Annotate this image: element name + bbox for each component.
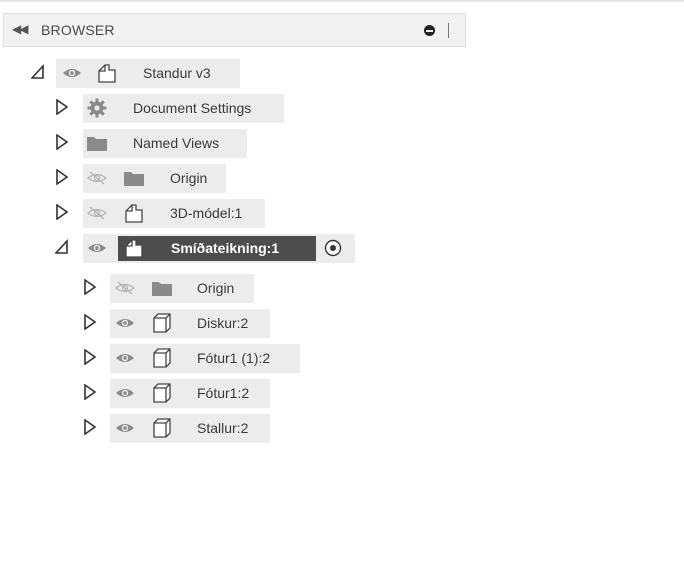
body-cube-icon (151, 347, 173, 369)
expanded-chevron-icon[interactable] (31, 58, 47, 88)
tree-item-label: Smíðateikning:1 (171, 240, 280, 256)
tree-item-label: Fótur1:2 (197, 385, 250, 401)
component-icon (96, 62, 118, 84)
tree-item-stallur[interactable]: Stallur:2 (0, 413, 300, 443)
collapsed-chevron-icon[interactable] (55, 163, 71, 193)
visibility-hidden-eye-icon[interactable] (114, 281, 136, 295)
pin-icon[interactable] (424, 25, 435, 36)
expanded-chevron-icon[interactable] (55, 233, 71, 263)
tree-item-diskur[interactable]: Diskur:2 (0, 308, 300, 338)
gear-icon (86, 97, 108, 119)
tree-item-root[interactable]: Standur v3 (0, 58, 300, 88)
visibility-eye-icon[interactable] (114, 316, 136, 330)
folder-icon (123, 167, 145, 189)
tree-item-label: Diskur:2 (197, 315, 249, 331)
tree-item-label: Named Views (133, 135, 220, 151)
tree-item-origin[interactable]: Origin (0, 163, 300, 193)
tree-item-label: Origin (197, 280, 235, 296)
activate-radio-icon[interactable] (324, 239, 342, 257)
component-icon (123, 237, 145, 259)
tree-item-named-views[interactable]: Named Views (0, 128, 300, 158)
body-cube-icon (151, 312, 173, 334)
tree-item-drawing[interactable]: Smíðateikning:1 (0, 233, 360, 263)
folder-icon (151, 277, 173, 299)
visibility-hidden-eye-icon[interactable] (86, 206, 108, 220)
panel-title: BROWSER (41, 22, 115, 38)
visibility-hidden-eye-icon[interactable] (86, 171, 108, 185)
tree-item-label: Document Settings (133, 100, 252, 116)
collapsed-chevron-icon[interactable] (55, 93, 71, 123)
collapsed-chevron-icon[interactable] (83, 378, 99, 408)
collapsed-chevron-icon[interactable] (83, 413, 99, 443)
body-cube-icon (151, 417, 173, 439)
collapsed-chevron-icon[interactable] (83, 273, 99, 303)
visibility-eye-icon[interactable] (114, 351, 136, 365)
tree-item-document-settings[interactable]: Document Settings (0, 93, 300, 123)
body-cube-icon (151, 382, 173, 404)
collapsed-chevron-icon[interactable] (55, 128, 71, 158)
visibility-eye-icon[interactable] (61, 66, 83, 80)
tree-item-label: Stallur:2 (197, 420, 249, 436)
folder-icon (86, 132, 108, 154)
tree-item-3d-model[interactable]: 3D-módel:1 (0, 198, 300, 228)
visibility-eye-icon[interactable] (86, 241, 108, 255)
tree-item-fotur1-copy[interactable]: Fótur1 (1):2 (0, 343, 310, 373)
collapsed-chevron-icon[interactable] (83, 308, 99, 338)
top-border (0, 0, 684, 2)
collapsed-chevron-icon[interactable] (55, 198, 71, 228)
tree-item-drawing-origin[interactable]: Origin (0, 273, 300, 303)
tree-item-label: Standur v3 (143, 65, 211, 81)
collapsed-chevron-icon[interactable] (83, 343, 99, 373)
tree-item-fotur1[interactable]: Fótur1:2 (0, 378, 300, 408)
double-chevron-left-icon[interactable]: ◀◀ (12, 22, 29, 36)
tree-item-label: Origin (170, 170, 208, 186)
visibility-eye-icon[interactable] (114, 386, 136, 400)
tree-item-label: Fótur1 (1):2 (197, 350, 271, 366)
component-icon (123, 202, 145, 224)
resize-grip[interactable] (448, 23, 449, 38)
visibility-eye-icon[interactable] (114, 421, 136, 435)
browser-panel-header: ◀◀ BROWSER (3, 13, 466, 47)
tree-item-label: 3D-módel:1 (170, 205, 243, 221)
